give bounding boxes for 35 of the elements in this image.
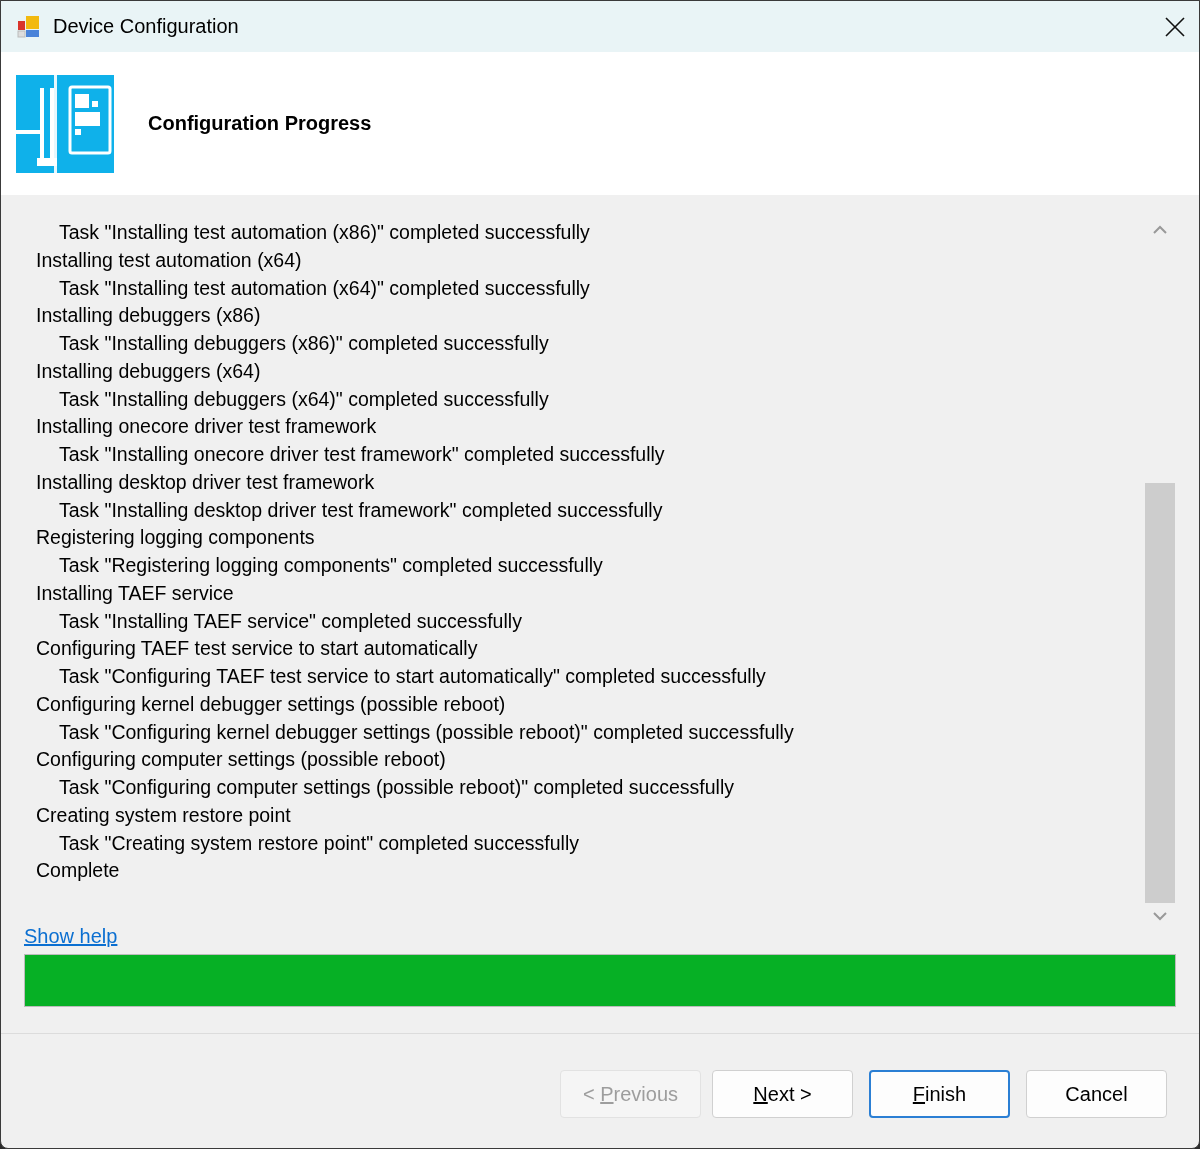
task-log-line: Task "Creating system restore point" completed successfully <box>58 830 580 856</box>
task-log-line: Task "Installing test automation (x64)" completed successfully <box>58 275 591 301</box>
scroll-up-icon[interactable] <box>1152 225 1168 235</box>
step-log-line: Installing desktop driver test framework <box>36 469 376 495</box>
scroll-down-icon[interactable] <box>1152 911 1168 921</box>
show-help-link[interactable]: Show help <box>24 925 118 948</box>
task-log-line: Task "Installing TAEF service" completed successfully <box>58 608 523 634</box>
window-title: Device Configuration <box>53 15 240 38</box>
wizard-button[interactable]: Finish <box>869 1070 1010 1118</box>
wizard-button[interactable]: Cancel <box>1026 1070 1167 1118</box>
scrollbar-thumb[interactable] <box>1145 483 1175 903</box>
task-log-line: Task "Registering logging components" completed successfully <box>58 553 604 578</box>
task-log-line: Task "Configuring TAEF test service to start automatically" completed successfully <box>58 664 767 689</box>
close-icon[interactable] <box>1165 16 1185 37</box>
app-icon <box>17 14 41 39</box>
step-log-line: Creating system restore point <box>36 802 292 828</box>
step-log-line: Complete <box>36 858 121 884</box>
task-log-line: Task "Installing debuggers (x86)" completed successfully <box>58 331 550 356</box>
step-log-line: Configuring computer settings (possible reboot) <box>36 747 447 773</box>
step-log-line: Configuring kernel debugger settings (possible reboot) <box>36 691 507 717</box>
step-log-line: Installing debuggers (x64) <box>36 358 262 384</box>
step-log-line: Configuring TAEF test service to start automatically <box>36 636 479 662</box>
step-log-line: Installing debuggers (x86) <box>36 303 262 329</box>
step-log-line: Installing onecore driver test framework <box>36 414 378 440</box>
step-log-line: Registering logging components <box>36 525 316 551</box>
task-log-line: Task "Installing test automation (x86)" completed successfully <box>58 220 591 245</box>
page-title: Configuration Progress <box>148 112 372 135</box>
wizard-button[interactable]: Next > <box>712 1070 853 1118</box>
step-log-line: Installing TAEF service <box>36 580 235 606</box>
task-log-line: Task "Configuring kernel debugger settings (possible reboot)" completed successfully <box>58 719 795 745</box>
task-log-line: Task "Installing onecore driver test framework" completed successfully <box>58 442 666 467</box>
task-log-line: Task "Configuring computer settings (possible reboot)" completed successfully <box>58 775 735 800</box>
task-log-line: Task "Installing desktop driver test framework" completed successfully <box>58 497 664 523</box>
task-log-line: Task "Installing debuggers (x64)" completed successfully <box>58 386 550 412</box>
step-log-line: Installing test automation (x64) <box>36 247 303 273</box>
